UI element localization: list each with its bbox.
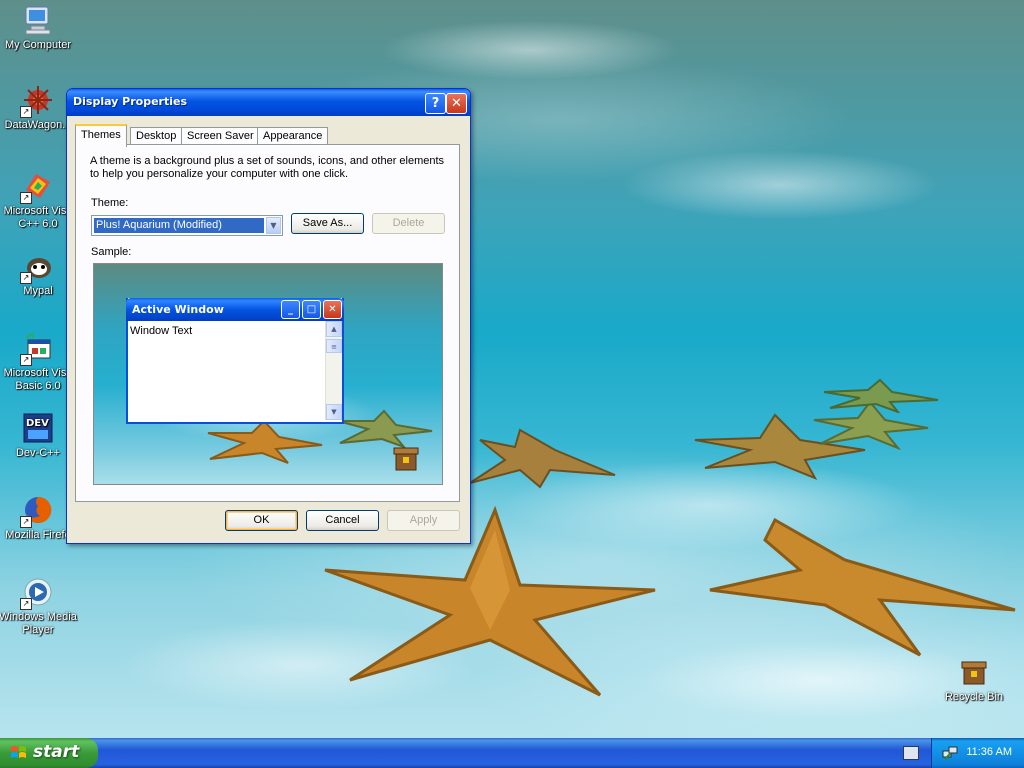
chevron-down-icon[interactable]: ▼ bbox=[266, 217, 281, 234]
sample-active-window: Active Window _ □ ✕ Window Text ▲ ≡ ▼ bbox=[126, 298, 344, 424]
sample-window-text: Window Text bbox=[130, 325, 193, 337]
media-player-icon: ↗ bbox=[20, 576, 54, 610]
firefox-icon: ↗ bbox=[20, 494, 54, 528]
scroll-down-icon: ▼ bbox=[326, 404, 342, 420]
recycle-bin-icon bbox=[958, 656, 990, 688]
desktop-icon-label: Recycle Bin bbox=[944, 691, 1004, 703]
themes-panel: A theme is a background plus a set of so… bbox=[75, 144, 460, 502]
desktop-icon-media-player[interactable]: ↗ Windows Media Player bbox=[0, 576, 78, 637]
close-button[interactable]: ✕ bbox=[446, 93, 467, 114]
apply-button[interactable]: Apply bbox=[387, 510, 460, 531]
keyboard-icon[interactable] bbox=[903, 746, 919, 760]
tab-themes[interactable]: Themes bbox=[75, 124, 127, 147]
tab-appearance[interactable]: Appearance bbox=[257, 127, 329, 145]
datawagon-icon: ↗ bbox=[20, 84, 54, 118]
shortcut-arrow-icon: ↗ bbox=[20, 598, 32, 610]
desktop-icon-label: Windows Media Player bbox=[0, 611, 77, 636]
network-icon[interactable] bbox=[942, 745, 958, 761]
theme-sample-preview: Active Window _ □ ✕ Window Text ▲ ≡ ▼ bbox=[93, 263, 443, 485]
scroll-up-icon: ▲ bbox=[326, 321, 342, 337]
sample-recycle-bin-icon bbox=[393, 447, 419, 471]
shortcut-arrow-icon: ↗ bbox=[20, 192, 32, 204]
maximize-icon: □ bbox=[302, 300, 321, 319]
windows-logo-icon bbox=[11, 746, 26, 758]
sample-window-title: Active Window bbox=[132, 303, 224, 316]
theme-description: A theme is a background plus a set of so… bbox=[90, 155, 445, 180]
dev-cpp-icon: DEV bbox=[22, 412, 54, 444]
shortcut-arrow-icon: ↗ bbox=[20, 106, 32, 118]
light-caustic bbox=[380, 20, 680, 80]
shortcut-arrow-icon: ↗ bbox=[20, 272, 32, 284]
sample-starfish bbox=[207, 419, 323, 464]
theme-label: Theme: bbox=[91, 197, 129, 209]
mypal-icon: ↗ bbox=[20, 250, 54, 284]
tab-screen-saver[interactable]: Screen Saver bbox=[181, 127, 260, 145]
taskbar: start 11:36 AM bbox=[0, 738, 1024, 768]
clock[interactable]: 11:36 AM bbox=[966, 746, 1012, 758]
my-computer-icon bbox=[22, 4, 54, 36]
ok-button[interactable]: OK bbox=[225, 510, 298, 531]
shortcut-arrow-icon: ↗ bbox=[20, 516, 32, 528]
starfish-right bbox=[709, 517, 1016, 657]
start-label: start bbox=[33, 742, 80, 762]
sample-scrollbar: ▲ ≡ ▼ bbox=[325, 321, 342, 420]
light-caustic bbox=[620, 150, 940, 220]
help-icon: ? bbox=[431, 96, 440, 111]
save-as-button[interactable]: Save As... bbox=[291, 213, 364, 234]
minimize-icon: _ bbox=[281, 300, 300, 319]
help-button[interactable]: ? bbox=[425, 93, 446, 114]
delete-button[interactable]: Delete bbox=[372, 213, 445, 234]
cancel-button[interactable]: Cancel bbox=[306, 510, 379, 531]
start-button[interactable]: start bbox=[0, 738, 98, 768]
visual-basic-icon: ↗ bbox=[20, 332, 54, 366]
sample-window-titlebar: Active Window _ □ ✕ bbox=[126, 298, 344, 321]
tab-desktop[interactable]: Desktop bbox=[130, 127, 183, 145]
sample-label: Sample: bbox=[91, 246, 132, 258]
theme-dropdown[interactable]: Plus! Aquarium (Modified) ▼ bbox=[91, 215, 283, 236]
system-tray: 11:36 AM bbox=[931, 738, 1024, 768]
close-icon: ✕ bbox=[451, 96, 462, 111]
scroll-thumb: ≡ bbox=[326, 339, 342, 353]
visual-cpp-icon: ↗ bbox=[20, 170, 54, 204]
window-titlebar[interactable]: Display Properties ? ✕ bbox=[67, 89, 470, 116]
display-properties-window: Display Properties ? ✕ Themes Desktop Sc… bbox=[66, 88, 471, 544]
starfish-mid bbox=[469, 428, 616, 489]
starfish-far2 bbox=[823, 378, 939, 413]
theme-selected-value: Plus! Aquarium (Modified) bbox=[94, 218, 264, 233]
desktop-icon-recycle-bin[interactable]: Recycle Bin bbox=[934, 656, 1014, 704]
close-icon: ✕ bbox=[323, 300, 342, 319]
window-title: Display Properties bbox=[73, 95, 188, 108]
desktop-icon-my-computer[interactable]: My Computer bbox=[0, 4, 78, 52]
svg-text:DEV: DEV bbox=[26, 418, 49, 429]
shortcut-arrow-icon: ↗ bbox=[20, 354, 32, 366]
desktop-icon-label: My Computer bbox=[4, 39, 72, 51]
